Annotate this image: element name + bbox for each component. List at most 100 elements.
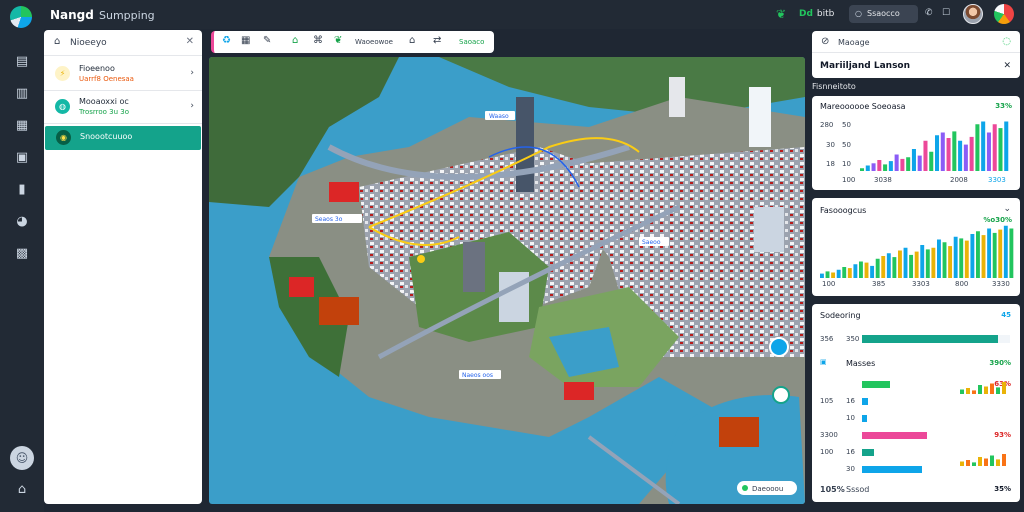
home-icon[interactable]: ⌂ — [13, 481, 31, 499]
panel-title: Fasooogcus — [820, 206, 867, 215]
mini-bar — [990, 383, 994, 394]
folder-icon[interactable]: ⌂ — [409, 35, 415, 46]
metrics-bar — [906, 157, 911, 171]
progress-fill — [862, 335, 999, 343]
map-callout[interactable]: Waaso — [485, 111, 515, 120]
metrics-bar — [883, 164, 888, 171]
metric-percent: 390% — [989, 359, 1011, 367]
y-tick-label: 50 — [842, 121, 851, 129]
map-callout[interactable]: Seaos 3o — [312, 214, 362, 223]
row-value: 10 — [846, 414, 855, 422]
left-panel: ⌂ Nioeeyo ✕ ⚡ Fioeenoo Uarrf8 Oenesaa › … — [44, 30, 202, 504]
list-item-title: Fioeenoo — [79, 64, 115, 73]
badge-label: Daeooou — [752, 485, 783, 493]
location-pin-icon[interactable] — [772, 386, 790, 404]
layers-icon[interactable]: ▤ — [13, 53, 31, 71]
mini-bar — [966, 460, 970, 466]
compass-icon[interactable]: ⊘ — [821, 36, 829, 47]
leaf-icon[interactable]: ❦ — [334, 35, 342, 46]
pin-icon[interactable]: ◕ — [13, 213, 31, 231]
metric-percent: 33% — [995, 102, 1012, 110]
overview-bar — [898, 250, 902, 278]
map-view[interactable]: Waaso Seaos 3o Naeos oos Saeoo Daeooou — [209, 57, 805, 504]
list-item[interactable]: ⚡ Fioeenoo Uarrf8 Oenesaa › — [44, 58, 202, 91]
close-icon[interactable]: ✕ — [186, 36, 194, 47]
y-tick-label: 10 — [842, 160, 851, 168]
left-panel-header: ⌂ Nioeeyo ✕ — [44, 30, 202, 56]
metrics-bar — [888, 161, 893, 171]
list-item[interactable]: ◍ Mooaoxxi oc Trosrroo 3u 3o › — [44, 91, 202, 124]
overview-bar — [1009, 228, 1014, 278]
app-logo-icon[interactable] — [10, 6, 32, 28]
notification-icon[interactable]: ✆ — [925, 8, 933, 18]
overview-bar — [1003, 225, 1008, 278]
chevron-down-icon[interactable]: ⌄ — [1003, 204, 1011, 214]
profile-icon[interactable]: ☺ — [10, 446, 34, 470]
search-input[interactable]: ○ Ssaocco — [849, 5, 918, 23]
mini-bar — [972, 462, 976, 466]
grid-icon[interactable]: ▦ — [241, 35, 250, 46]
user-avatar[interactable] — [963, 4, 983, 24]
app-badge-icon[interactable] — [994, 4, 1014, 24]
red-roof-building — [564, 382, 594, 400]
red-roof-building — [719, 417, 759, 447]
overview-bar — [831, 272, 836, 278]
file-icon[interactable]: ▮ — [13, 181, 31, 199]
y-tick-label: 18 — [826, 160, 835, 168]
group-icon[interactable]: ▩ — [13, 245, 31, 263]
x-tick-label: 3038 — [874, 176, 892, 184]
overview-bar — [964, 240, 969, 278]
tag-icon[interactable]: ⌘ — [313, 35, 323, 46]
overview-bar — [847, 268, 852, 278]
list-item-active[interactable]: ◉ Snoootcuuoo — [45, 126, 201, 150]
toolbar-label[interactable]: Saoaco — [459, 38, 484, 46]
y-tick-label: 280 — [820, 121, 834, 129]
home-icon[interactable]: ⌂ — [54, 36, 60, 47]
overview-bar — [920, 245, 925, 278]
overview-bar — [970, 234, 975, 278]
app-subtitle: Sumpping — [99, 9, 155, 22]
x-tick-label: 100 — [842, 176, 856, 184]
chart-icon[interactable]: ▦ — [13, 117, 31, 135]
footer-label: Sssod — [846, 485, 870, 494]
overview-bar — [825, 271, 830, 278]
overview-bar-chart — [820, 225, 1014, 278]
close-icon[interactable]: ✕ — [1003, 61, 1011, 71]
map-marker[interactable] — [417, 255, 425, 263]
location-pin-icon[interactable] — [769, 337, 789, 357]
toolbar-label[interactable]: Waoeowoe — [355, 38, 393, 46]
overview-bar — [959, 238, 964, 278]
left-panel-title: Nioeeyo — [70, 38, 107, 48]
x-tick-label: 800 — [955, 280, 969, 288]
map-legend-badge[interactable]: Daeooou — [737, 481, 797, 495]
list-item-title: Snoootcuuoo — [80, 132, 133, 141]
bolt-icon: ⚡ — [55, 66, 70, 81]
metric-percent: 45 — [1001, 311, 1011, 319]
mini-bar — [972, 390, 976, 394]
map-canvas[interactable]: Waaso Seaos 3o Naeos oos Saeoo Daeooou — [209, 57, 805, 504]
leaf-icon[interactable]: ❦ — [776, 7, 786, 21]
map-callout[interactable]: Saeoo — [639, 237, 669, 246]
metrics-bar — [975, 124, 980, 171]
panel-header: ⊘ Maoage ◌ — [812, 31, 1020, 53]
share-icon[interactable]: ⇄ — [433, 35, 441, 46]
house-icon[interactable]: ⌂ — [292, 35, 298, 46]
row-bar — [862, 415, 867, 422]
document-icon[interactable]: ▥ — [13, 85, 31, 103]
pencil-icon[interactable]: ✎ — [263, 35, 271, 46]
map-callout[interactable]: Naeos oos — [459, 370, 501, 379]
settings-icon[interactable]: ☐ — [942, 8, 950, 18]
section-title: Masses — [846, 359, 876, 368]
mini-bar — [966, 388, 970, 394]
row-value: 350 — [846, 335, 860, 343]
x-tick-label: 2008 — [950, 176, 968, 184]
list-item-title: Mooaoxxi oc — [79, 97, 129, 106]
x-tick-label: 3303 — [912, 280, 930, 288]
image-icon[interactable]: ▣ — [13, 149, 31, 167]
mini-bar — [960, 389, 964, 394]
panel-subtitle: Mariiljand Lanson — [820, 61, 911, 71]
metrics-bar — [998, 128, 1003, 171]
callout-label: Seaos 3o — [315, 216, 343, 223]
office-building — [669, 77, 685, 117]
recycle-icon[interactable]: ♻ — [222, 35, 231, 46]
